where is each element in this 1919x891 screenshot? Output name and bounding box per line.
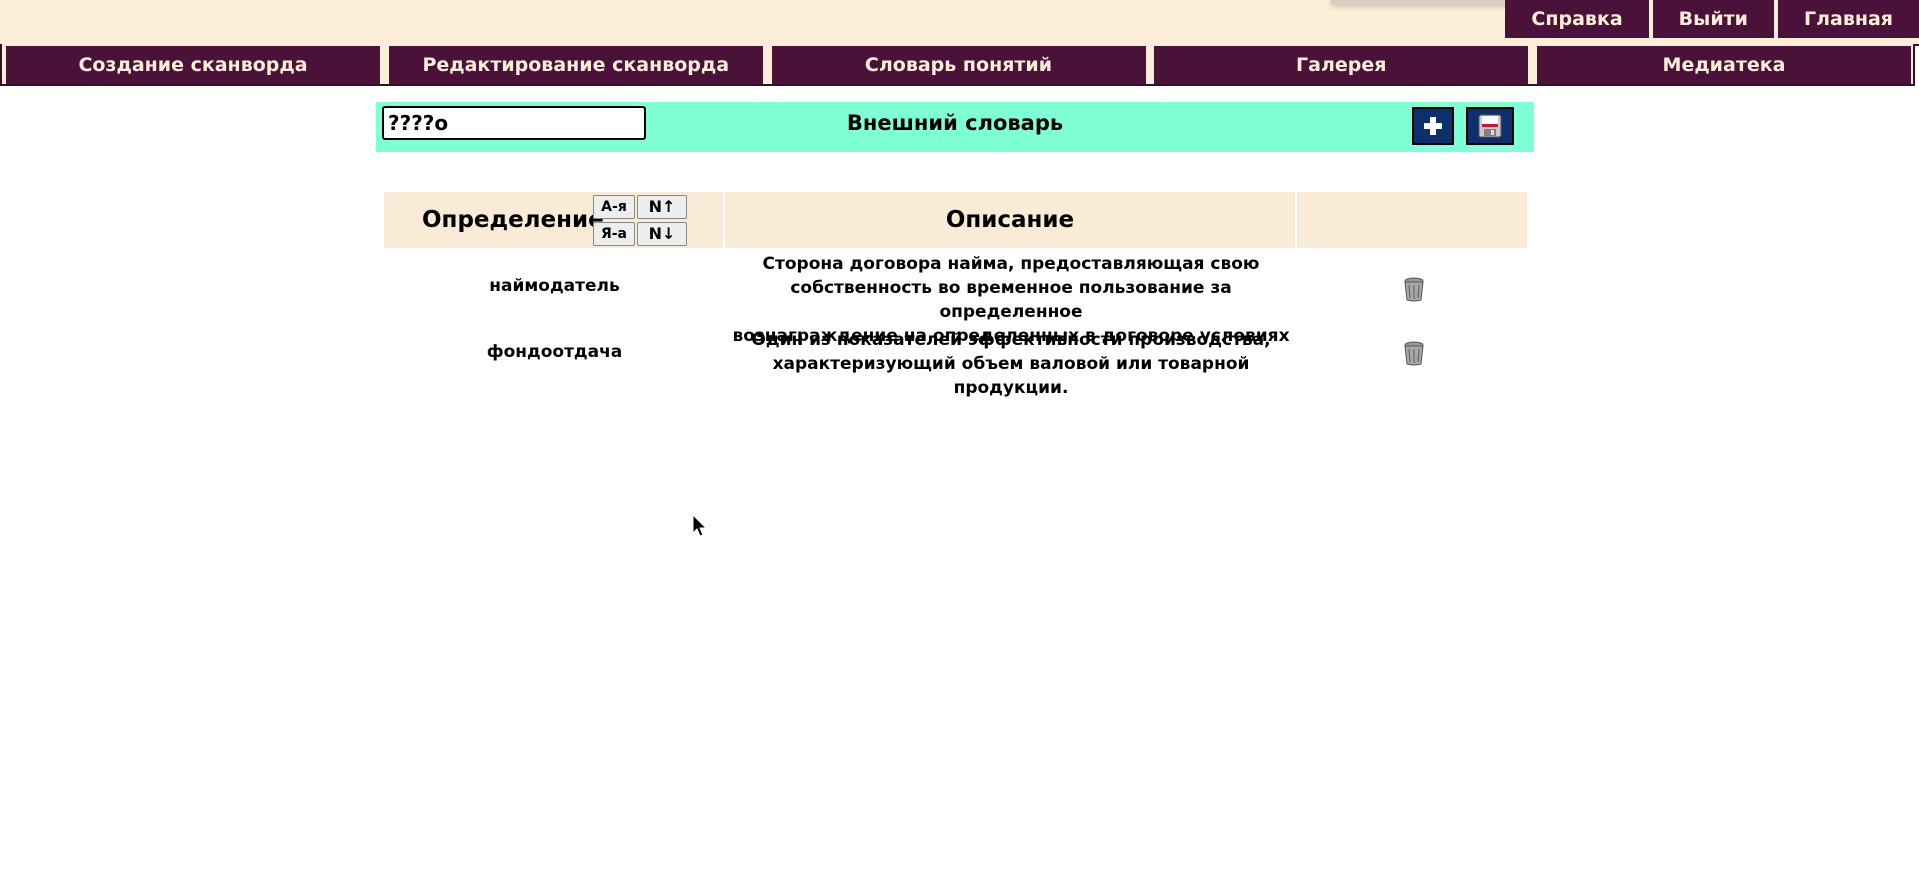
- table-header: Определение А-я N↑ Я-а N↓ Описание: [384, 192, 1527, 248]
- description-line: характеризующий объем валовой или товарн…: [772, 354, 1250, 398]
- sort-count-down-button[interactable]: N↓: [637, 222, 687, 246]
- add-word-button[interactable]: [1412, 107, 1454, 145]
- help-link[interactable]: Справка: [1505, 0, 1649, 38]
- nav-dictionary[interactable]: Словарь понятий: [771, 46, 1146, 84]
- trash-icon[interactable]: [1401, 276, 1427, 302]
- row-term: наймодатель: [489, 276, 620, 296]
- nav-edit-scanword[interactable]: Редактирование сканворда: [388, 46, 763, 84]
- sort-count-up-button[interactable]: N↑: [637, 195, 687, 219]
- home-link[interactable]: Главная: [1777, 0, 1919, 38]
- table-row: наймодатель Сторона договора найма, пред…: [384, 252, 1527, 346]
- definition-header-cell: Определение А-я N↑ Я-а N↓: [384, 192, 725, 248]
- plus-icon: [1424, 117, 1442, 135]
- row-term: фондоотдача: [486, 342, 623, 362]
- floppy-disk-icon: [1478, 114, 1502, 138]
- top-links: Справка Выйти Главная: [1501, 0, 1919, 38]
- nav-gallery[interactable]: Галерея: [1154, 46, 1529, 84]
- trash-icon[interactable]: [1401, 340, 1427, 366]
- nav-create-scanword[interactable]: Создание сканворда: [6, 46, 380, 84]
- logout-link[interactable]: Выйти: [1652, 0, 1774, 38]
- row-description: Один из показателей эффективности произв…: [725, 328, 1297, 400]
- nav-media-library[interactable]: Медиатека: [1537, 46, 1911, 84]
- sort-za-button[interactable]: Я-а: [593, 222, 635, 246]
- description-line: Сторона договора найма, предоставляющая …: [762, 254, 1260, 274]
- save-button[interactable]: [1466, 107, 1514, 145]
- mouse-cursor-icon: [692, 514, 708, 537]
- description-line: Один из показателей эффективности произв…: [751, 330, 1271, 350]
- main-nav: Создание сканворда Редактирование сканво…: [0, 44, 1915, 86]
- sort-az-button[interactable]: А-я: [593, 195, 635, 219]
- description-header-cell: Описание: [725, 192, 1297, 248]
- description-line: собственность во временное пользование з…: [790, 278, 1232, 322]
- search-input[interactable]: [382, 106, 646, 140]
- top-bar: Справка Выйти Главная: [0, 0, 1919, 46]
- definition-header-label: Определение: [422, 207, 604, 233]
- dictionary-header: Внешний словарь: [376, 102, 1534, 152]
- table-row: фондоотдача Один из показателей эффектив…: [384, 328, 1527, 398]
